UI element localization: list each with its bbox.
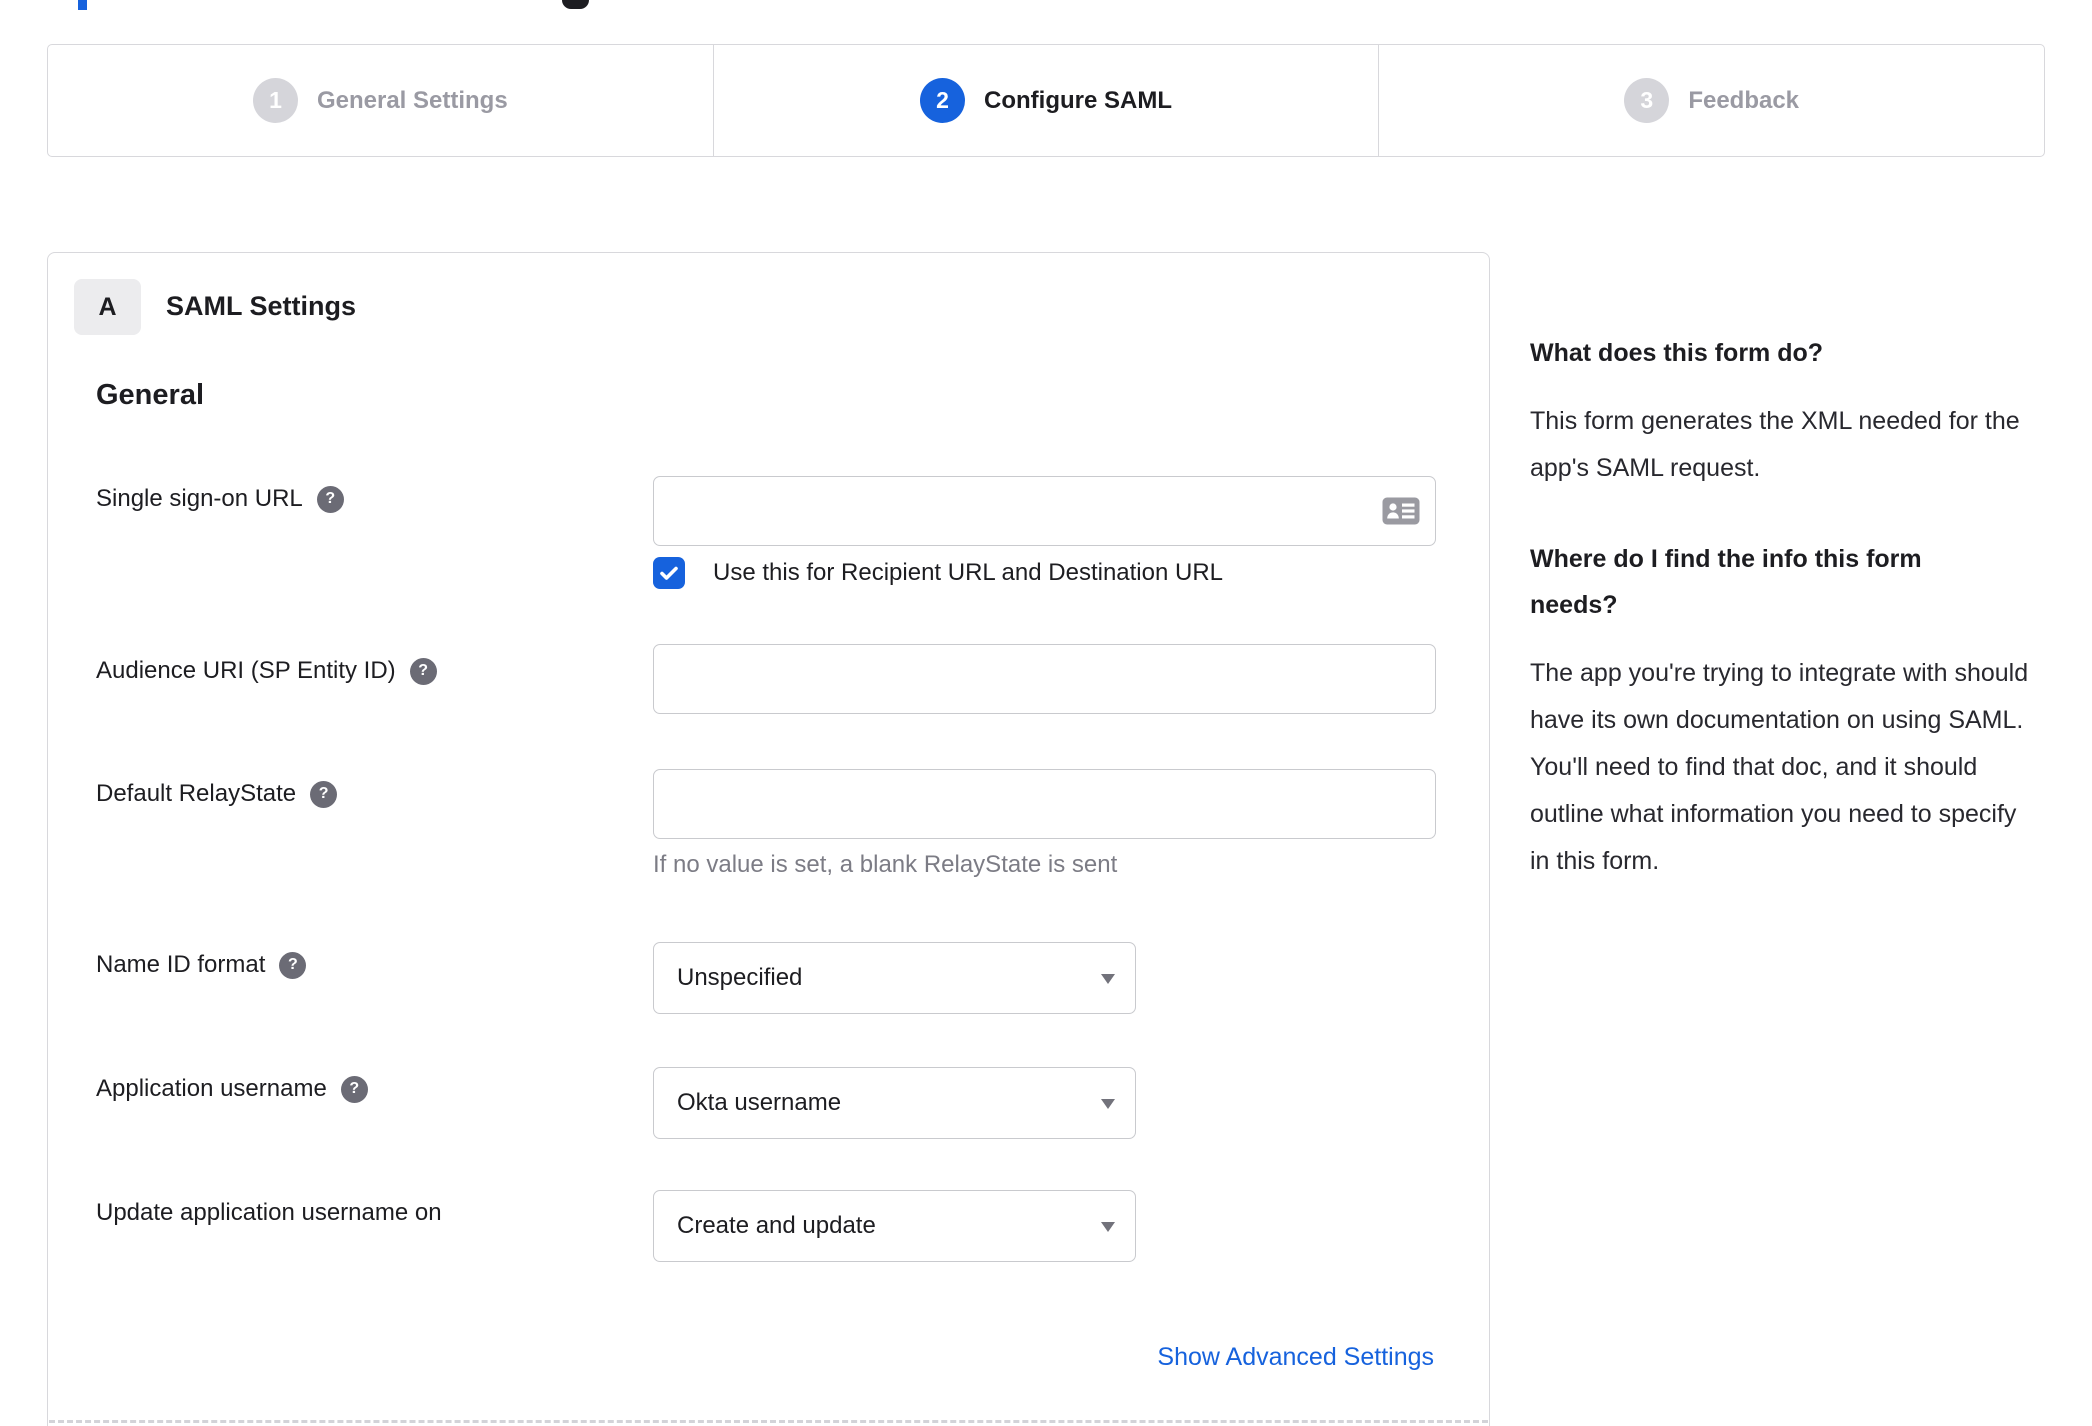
- audience-uri-label: Audience URI (SP Entity ID) ?: [96, 657, 437, 685]
- section-dashed-divider: [49, 1420, 1488, 1423]
- general-heading: General: [96, 379, 204, 411]
- step-number-badge: 3: [1624, 78, 1670, 123]
- nameid-format-value: Unspecified: [677, 964, 803, 991]
- recipient-url-checkbox-label: Use this for Recipient URL and Destinati…: [713, 559, 1224, 586]
- help-icon[interactable]: ?: [316, 485, 344, 513]
- sso-checkbox-row: Use this for Recipient URL and Destinati…: [653, 557, 1223, 589]
- section-a-badge: A: [74, 279, 141, 335]
- nameid-format-label: Name ID format ?: [96, 951, 307, 979]
- app-username-select[interactable]: Okta username: [653, 1067, 1136, 1139]
- sidebar-answer-2: The app you're trying to integrate with …: [1530, 659, 2029, 875]
- step-general-settings[interactable]: 1 General Settings: [48, 45, 713, 156]
- relaystate-input[interactable]: [653, 769, 1436, 839]
- sso-url-label-text: Single sign-on URL: [96, 485, 303, 512]
- app-username-label: Application username ?: [96, 1075, 368, 1103]
- chevron-down-icon: [1101, 974, 1115, 984]
- cropped-dark-icon: [562, 0, 589, 9]
- step-number-badge: 2: [920, 78, 966, 123]
- help-sidebar: What does this form do? This form genera…: [1530, 330, 2046, 885]
- relaystate-label: Default RelayState ?: [96, 780, 338, 808]
- page: 1 General Settings 2 Configure SAML 3 Fe…: [0, 0, 2092, 1426]
- wizard-stepper: 1 General Settings 2 Configure SAML 3 Fe…: [47, 44, 2045, 157]
- recipient-url-checkbox[interactable]: [653, 557, 685, 589]
- sso-url-label: Single sign-on URL ?: [96, 485, 344, 513]
- cropped-blue-element: [78, 0, 87, 10]
- step-label: General Settings: [316, 86, 508, 114]
- step-label: Feedback: [1688, 86, 1800, 114]
- audience-uri-label-text: Audience URI (SP Entity ID): [96, 657, 396, 684]
- chevron-down-icon: [1101, 1099, 1115, 1109]
- help-icon[interactable]: ?: [340, 1075, 368, 1103]
- chevron-down-icon: [1101, 1222, 1115, 1232]
- step-configure-saml[interactable]: 2 Configure SAML: [712, 45, 1379, 156]
- contact-card-icon[interactable]: [1382, 497, 1420, 525]
- help-icon[interactable]: ?: [310, 780, 338, 808]
- update-username-label: Update application username on: [96, 1199, 442, 1227]
- app-username-value: Okta username: [677, 1089, 842, 1116]
- help-icon[interactable]: ?: [279, 951, 307, 979]
- relaystate-hint: If no value is set, a blank RelayState i…: [653, 851, 1118, 878]
- relaystate-label-text: Default RelayState: [96, 780, 297, 807]
- sidebar-question-2: Where do I find the info this form needs…: [1530, 545, 1922, 619]
- sidebar-answer-1: This form generates the XML needed for t…: [1530, 407, 2020, 482]
- section-title: SAML Settings: [166, 291, 357, 321]
- nameid-format-select[interactable]: Unspecified: [653, 942, 1136, 1014]
- update-username-value: Create and update: [677, 1212, 876, 1239]
- step-number-badge: 1: [252, 78, 298, 123]
- audience-uri-input[interactable]: [653, 644, 1436, 714]
- show-advanced-settings-link[interactable]: Show Advanced Settings: [1157, 1343, 1434, 1372]
- sso-url-input[interactable]: [653, 476, 1436, 546]
- nameid-format-label-text: Name ID format: [96, 951, 266, 978]
- step-feedback[interactable]: 3 Feedback: [1378, 45, 2044, 156]
- update-username-label-text: Update application username on: [96, 1199, 442, 1226]
- help-icon[interactable]: ?: [409, 657, 437, 685]
- sidebar-question-1: What does this form do?: [1530, 339, 1824, 367]
- saml-settings-card: A SAML Settings General Single sign-on U…: [47, 252, 1490, 1426]
- update-username-select[interactable]: Create and update: [653, 1190, 1136, 1262]
- step-label: Configure SAML: [984, 86, 1172, 114]
- app-username-label-text: Application username: [96, 1075, 327, 1102]
